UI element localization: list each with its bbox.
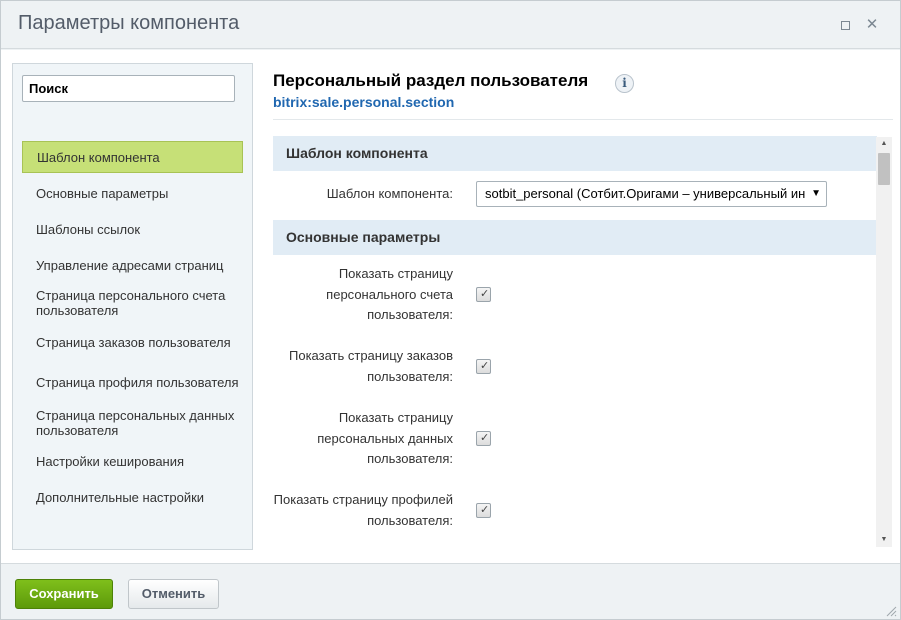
save-button[interactable]: Сохранить bbox=[15, 579, 113, 609]
component-title: Персональный раздел пользователя bbox=[273, 71, 589, 90]
sidebar-item-orders-page[interactable]: Страница заказов пользователя bbox=[22, 323, 243, 361]
section-header-template: Шаблон компонента bbox=[273, 136, 877, 171]
template-select[interactable]: sotbit_personal (Сотбит.Оригами – универ… bbox=[476, 181, 827, 207]
sidebar-item-label: Настройки кеширования bbox=[36, 453, 185, 469]
template-select-value: sotbit_personal (Сотбит.Оригами – универ… bbox=[485, 186, 805, 201]
main-panel: Персональный раздел пользователя i bitri… bbox=[273, 50, 893, 563]
sidebar-item-personal-data-page[interactable]: Страница персональных данных пользовател… bbox=[22, 403, 243, 443]
sidebar-item-caching[interactable]: Настройки кеширования bbox=[22, 443, 243, 479]
close-icon: ✕ bbox=[865, 16, 879, 33]
scroll-up-icon[interactable]: ▲ bbox=[876, 137, 892, 151]
sidebar-item-label: Страница персонального счета пользовател… bbox=[36, 288, 226, 318]
sidebar-item-label: Дополнительные настройки bbox=[36, 489, 205, 505]
sidebar-item-label: Шаблон компонента bbox=[37, 149, 160, 165]
sidebar-item-account-page[interactable]: Страница персонального счета пользовател… bbox=[22, 283, 243, 323]
check-icon: ✓ bbox=[480, 360, 490, 372]
section-header-main-params: Основные параметры bbox=[273, 220, 877, 255]
check-icon: ✓ bbox=[480, 432, 490, 444]
resize-grip-icon[interactable] bbox=[885, 605, 897, 617]
field-label-orders-page: Показать страницу заказов пользователя: bbox=[289, 348, 453, 384]
sidebar-item-label: Страница заказов пользователя bbox=[36, 334, 231, 350]
params-panel: Шаблон компонента Шаблон компонента: sot… bbox=[273, 136, 877, 546]
sidebar-item-label: Основные параметры bbox=[36, 185, 169, 201]
sidebar-item-profile-page[interactable]: Страница профиля пользователя bbox=[22, 361, 243, 403]
field-label-personal-data-page: Показать страницу персональных данных по… bbox=[317, 410, 453, 466]
sidebar-item-label: Страница персональных данных пользовател… bbox=[36, 408, 235, 438]
checkbox-personal-data-page[interactable]: ✓ bbox=[476, 431, 491, 446]
scroll-down-icon[interactable]: ▼ bbox=[876, 533, 892, 547]
scroll-thumb[interactable] bbox=[878, 153, 890, 185]
search-input[interactable] bbox=[22, 75, 235, 102]
dropdown-arrow-icon: ▼ bbox=[811, 188, 821, 199]
params-scrollbar[interactable]: ▲ ▼ bbox=[876, 137, 892, 547]
component-code: bitrix:sale.personal.section bbox=[273, 94, 455, 110]
field-label-template: Шаблон компонента: bbox=[326, 186, 453, 201]
sidebar-item-template[interactable]: Шаблон компонента bbox=[22, 141, 243, 173]
checkbox-profiles-page[interactable]: ✓ bbox=[476, 503, 491, 518]
sidebar-nav: Шаблон компонента Основные параметры Шаб… bbox=[22, 141, 243, 515]
dialog-footer: Сохранить Отменить bbox=[1, 563, 900, 619]
dialog-titlebar[interactable]: Параметры компонента ✕ bbox=[1, 1, 900, 49]
cancel-button[interactable]: Отменить bbox=[128, 579, 219, 609]
sidebar-item-label: Управление адресами страниц bbox=[36, 257, 224, 273]
close-button[interactable]: ✕ bbox=[863, 16, 881, 34]
component-parameters-dialog: Параметры компонента ✕ Шаблон компонента… bbox=[0, 0, 901, 620]
field-label-account-page: Показать страницу персонального счета по… bbox=[326, 266, 453, 322]
sidebar-item-additional[interactable]: Дополнительные настройки bbox=[22, 479, 243, 515]
field-label-profiles-page: Показать страницу профилей пользователя: bbox=[273, 492, 453, 528]
sidebar-item-url-templates[interactable]: Шаблоны ссылок bbox=[22, 211, 243, 247]
dialog-title: Параметры компонента bbox=[18, 12, 240, 34]
sidebar: Шаблон компонента Основные параметры Шаб… bbox=[12, 63, 253, 550]
sidebar-item-label: Шаблоны ссылок bbox=[36, 221, 141, 237]
checkbox-orders-page[interactable]: ✓ bbox=[476, 359, 491, 374]
divider bbox=[273, 119, 893, 120]
dialog-content: Шаблон компонента Основные параметры Шаб… bbox=[1, 50, 900, 563]
maximize-icon bbox=[840, 21, 850, 30]
sidebar-item-url-management[interactable]: Управление адресами страниц bbox=[22, 247, 243, 283]
check-icon: ✓ bbox=[480, 288, 490, 300]
maximize-button[interactable] bbox=[836, 16, 854, 34]
sidebar-item-label: Страница профиля пользователя bbox=[36, 374, 239, 390]
info-icon[interactable]: i bbox=[615, 74, 634, 93]
checkbox-account-page[interactable]: ✓ bbox=[476, 287, 491, 302]
sidebar-item-main-params[interactable]: Основные параметры bbox=[22, 175, 243, 211]
check-icon: ✓ bbox=[480, 504, 490, 516]
